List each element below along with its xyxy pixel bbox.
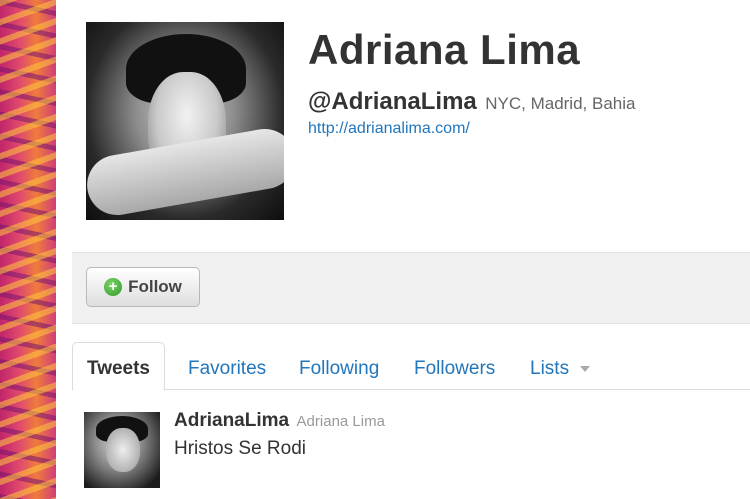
follow-bar: + Follow [72, 252, 750, 324]
tab-following[interactable]: Following [299, 348, 379, 390]
chevron-down-icon [580, 365, 591, 372]
profile-name: Adriana Lima [308, 26, 581, 73]
plus-circle-icon: + [104, 278, 123, 296]
tweet-author: AdrianaLima Adriana Lima [174, 410, 385, 432]
tweet-full-name: Adriana Lima [296, 413, 385, 430]
profile-avatar[interactable] [86, 22, 284, 220]
tab-lists[interactable]: Lists [530, 348, 591, 390]
profile-location: NYC, Madrid, Bahia [485, 94, 636, 113]
tab-followers[interactable]: Followers [414, 348, 495, 390]
tweet-avatar[interactable] [84, 412, 160, 488]
profile-background-pattern [0, 0, 56, 499]
profile-meta: @AdrianaLima NYC, Madrid, Bahia [308, 88, 635, 116]
follow-button-label: Follow [128, 277, 182, 296]
profile-tabs: Tweets Favorites Following Followers Lis… [72, 342, 750, 391]
tab-favorites[interactable]: Favorites [188, 348, 266, 390]
tab-lists-label: Lists [530, 358, 570, 379]
tweet-screen-name[interactable]: AdrianaLima [174, 410, 289, 431]
follow-button[interactable]: + Follow [86, 267, 200, 307]
profile-page: Adriana Lima @AdrianaLima NYC, Madrid, B… [56, 0, 750, 499]
tab-tweets[interactable]: Tweets [72, 342, 166, 391]
profile-screen-name: @AdrianaLima [308, 88, 477, 115]
tweet-text: Hristos Se Rodi [174, 438, 306, 459]
profile-website-link[interactable]: http://adrianalima.com/ [308, 120, 470, 138]
